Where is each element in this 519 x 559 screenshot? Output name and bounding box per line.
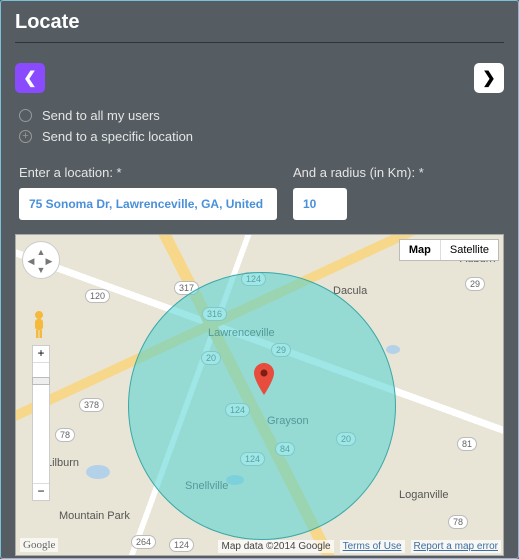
map[interactable]: Lawrenceville Grayson Snellville Dacula … <box>15 234 504 556</box>
route-badge: 81 <box>457 437 477 451</box>
water <box>386 345 400 354</box>
map-type-map[interactable]: Map <box>400 240 440 260</box>
pegman-icon[interactable] <box>30 310 48 345</box>
option-specific-location[interactable]: + Send to a specific location <box>19 126 500 147</box>
route-badge: 78 <box>55 428 75 442</box>
arrow-right-icon: ❯ <box>482 68 495 88</box>
radio-plus-icon: + <box>19 130 32 143</box>
terms-link[interactable]: Terms of Use <box>340 540 405 553</box>
nav-row: ❮ ❯ <box>1 53 518 99</box>
zoom-out-button[interactable]: − <box>33 484 49 500</box>
google-logo: Google <box>20 538 58 552</box>
input-row <box>1 188 518 234</box>
map-type-control: Map Satellite <box>399 239 499 261</box>
label-row: Enter a location: * And a radius (in Km)… <box>1 151 518 188</box>
zoom-control: + − <box>32 345 50 501</box>
route-badge: 378 <box>79 398 104 412</box>
panel-title: Locate <box>15 11 504 34</box>
city-label: Lilburn <box>46 457 79 469</box>
pan-control[interactable]: ▲ ◀▶ ▼ <box>22 241 60 279</box>
map-type-satellite[interactable]: Satellite <box>440 240 498 260</box>
radio-icon <box>19 109 32 122</box>
zoom-in-button[interactable]: + <box>33 346 49 362</box>
location-input[interactable] <box>19 188 277 220</box>
options: Send to all my users + Send to a specifi… <box>1 99 518 151</box>
route-badge: 78 <box>448 515 468 529</box>
option-label: Send to all my users <box>42 108 160 123</box>
route-badge: 29 <box>465 277 485 291</box>
option-all-users[interactable]: Send to all my users <box>19 105 500 126</box>
map-pin-icon[interactable] <box>254 363 274 395</box>
next-button[interactable]: ❯ <box>474 63 504 93</box>
option-label: Send to a specific location <box>42 129 193 144</box>
report-link[interactable]: Report a map error <box>411 540 501 553</box>
zoom-handle[interactable] <box>32 377 50 385</box>
route-badge: 124 <box>169 538 194 552</box>
city-label: Mountain Park <box>59 510 130 522</box>
route-badge: 264 <box>131 535 156 549</box>
city-label: Loganville <box>399 489 449 501</box>
panel-header: Locate <box>1 1 518 53</box>
radius-label: And a radius (in Km): * <box>293 165 424 180</box>
radius-circle <box>128 272 396 540</box>
attribution-text: Map data ©2014 Google <box>218 540 333 553</box>
arrow-left-icon: ❮ <box>23 68 36 88</box>
divider <box>15 42 504 43</box>
location-label: Enter a location: * <box>19 165 277 180</box>
map-attribution: Map data ©2014 Google Terms of Use Repor… <box>218 540 501 553</box>
water <box>86 465 110 479</box>
zoom-slider[interactable] <box>33 362 49 484</box>
back-button[interactable]: ❮ <box>15 63 45 93</box>
route-badge: 120 <box>85 289 110 303</box>
radius-input[interactable] <box>293 188 347 220</box>
